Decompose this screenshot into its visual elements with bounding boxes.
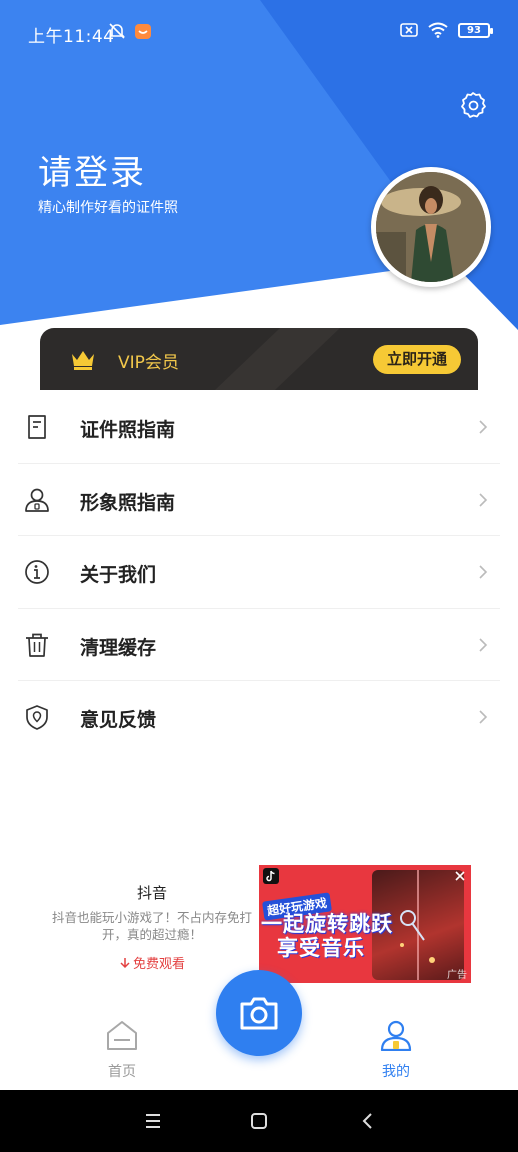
home-square-icon[interactable] bbox=[249, 1111, 269, 1131]
chevron-right-icon bbox=[479, 637, 488, 652]
camera-icon bbox=[240, 997, 278, 1030]
ad-app-name: 抖音 bbox=[136, 884, 167, 902]
menu-item-id-photo-guide[interactable]: 证件照指南 bbox=[18, 391, 500, 464]
settings-menu: 证件照指南 形象照指南 关于我们 清理缓存 意见反馈 bbox=[18, 391, 500, 754]
ad-description: 抖音也能玩小游戏了！不占内存免打开，真的超过瘾！ bbox=[51, 910, 252, 942]
tiktok-logo-icon bbox=[263, 868, 279, 884]
tab-mine[interactable]: 我的 bbox=[356, 1019, 436, 1081]
status-right-icons: 93 bbox=[400, 22, 493, 38]
ad-text[interactable]: 抖音 抖音也能玩小游戏了！不占内存免打开，真的超过瘾！ 免费观看 bbox=[40, 882, 264, 973]
menu-item-portrait-guide[interactable]: 形象照指南 bbox=[18, 464, 500, 536]
ad-cta-label: 免费观看 bbox=[132, 957, 185, 972]
vip-card[interactable]: VIP会员 立即开通 bbox=[40, 328, 478, 390]
user-icon bbox=[380, 1020, 412, 1052]
ad-banner[interactable]: 超好玩游戏 一起旋转跳跃 享受音乐 广告 bbox=[259, 865, 471, 983]
menu-item-about-us[interactable]: 关于我们 bbox=[18, 536, 500, 609]
tab-home[interactable]: 首页 bbox=[82, 1019, 162, 1081]
trash-icon bbox=[26, 633, 48, 657]
menu-item-label: 清理缓存 bbox=[80, 636, 157, 659]
person-icon bbox=[25, 488, 49, 512]
vip-open-button[interactable]: 立即开通 bbox=[373, 345, 461, 374]
camera-button[interactable] bbox=[216, 970, 302, 1056]
menu-item-feedback[interactable]: 意见反馈 bbox=[18, 681, 500, 754]
tab-mine-label: 我的 bbox=[382, 1064, 410, 1080]
avatar[interactable] bbox=[371, 167, 491, 287]
ad-watch-free-link[interactable]: 免费观看 bbox=[119, 953, 185, 972]
download-arrow-icon bbox=[120, 957, 130, 968]
status-left-icons bbox=[108, 22, 152, 40]
system-navigation-bar bbox=[0, 1090, 518, 1152]
chevron-right-icon bbox=[479, 492, 488, 507]
menu-item-label: 证件照指南 bbox=[80, 419, 176, 441]
chevron-right-icon bbox=[479, 420, 488, 434]
tab-home-label: 首页 bbox=[108, 1064, 136, 1080]
login-subtitle: 精心制作好看的证件照 bbox=[38, 200, 178, 216]
sim-off-icon bbox=[400, 23, 418, 37]
chevron-right-icon bbox=[479, 565, 488, 579]
wifi-icon bbox=[428, 22, 448, 38]
status-bar: 上午11:44 93 bbox=[0, 0, 518, 62]
vip-label: VIP会员 bbox=[118, 353, 179, 373]
status-time: 上午11:44 bbox=[28, 27, 115, 47]
app-notification-icon bbox=[135, 24, 151, 39]
menu-item-label: 关于我们 bbox=[80, 564, 157, 586]
chevron-right-icon bbox=[479, 710, 488, 724]
back-icon[interactable] bbox=[358, 1111, 378, 1131]
ad-tag: 广告 bbox=[447, 970, 467, 981]
menu-item-clear-cache[interactable]: 清理缓存 bbox=[18, 609, 500, 681]
profile-screen: 上午11:44 93 请登录 精心制作好看的证件照 VIP会员 立即开通 证件照… bbox=[0, 0, 518, 1152]
menu-item-label: 意见反馈 bbox=[80, 709, 157, 731]
close-icon[interactable] bbox=[453, 869, 467, 883]
info-icon bbox=[25, 560, 49, 584]
battery-indicator: 93 bbox=[458, 22, 493, 38]
document-icon bbox=[28, 415, 46, 439]
login-title[interactable]: 请登录 bbox=[38, 145, 146, 194]
menu-icon[interactable] bbox=[143, 1111, 163, 1131]
ad-banner-line2: 享受音乐 bbox=[277, 936, 365, 960]
shield-location-icon bbox=[26, 705, 48, 730]
menu-item-label: 形象照指南 bbox=[80, 491, 176, 514]
settings-gear-icon[interactable] bbox=[458, 90, 488, 120]
home-icon bbox=[107, 1021, 137, 1050]
avatar-photo bbox=[376, 172, 486, 282]
alarm-off-icon bbox=[109, 23, 125, 39]
crown-icon bbox=[72, 351, 94, 370]
